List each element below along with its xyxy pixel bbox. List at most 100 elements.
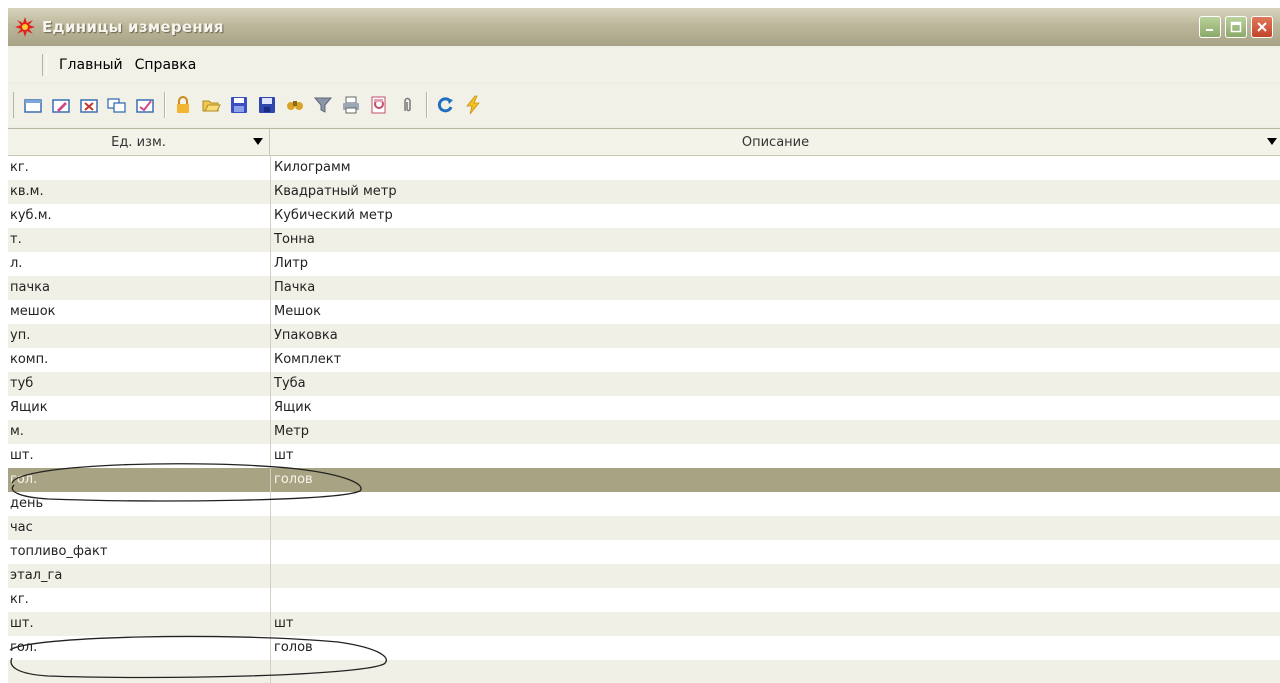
cell-description: Упаковка: [274, 328, 338, 343]
cell-unit: мешок: [10, 304, 56, 319]
cell-description: Тонна: [274, 232, 315, 247]
open-folder-icon[interactable]: [200, 94, 222, 116]
table-row[interactable]: мешок Мешок: [8, 300, 1280, 324]
column-header-description[interactable]: Описание: [271, 129, 1280, 155]
table-row[interactable]: Ящик Ящик: [8, 396, 1280, 420]
cell-description: Килограмм: [274, 160, 351, 175]
cell-description: [274, 588, 1274, 612]
minimize-button[interactable]: [1199, 16, 1221, 38]
cell-unit: кг.: [10, 160, 29, 175]
red-star-icon: [14, 16, 36, 38]
table-row[interactable]: уп. Упаковка: [8, 324, 1280, 348]
window-title: Единицы измерения: [42, 18, 224, 36]
table-row[interactable]: шт. шт: [8, 612, 1280, 636]
cell-unit: гол.: [10, 472, 38, 487]
execute-icon[interactable]: [462, 94, 484, 116]
table-row[interactable]: кг. Килограмм: [8, 156, 1280, 180]
cell-unit: туб: [10, 376, 34, 391]
table-row[interactable]: шт. шт: [8, 444, 1280, 468]
menu-bar: Главный Справка: [8, 48, 1280, 82]
filter-icon[interactable]: [312, 94, 334, 116]
column-header-unit[interactable]: Ед. изм.: [8, 129, 270, 155]
cell-description: голов: [274, 472, 313, 487]
cell-unit: уп.: [10, 328, 31, 343]
table-row[interactable]: день: [8, 492, 1280, 516]
table-row-selected[interactable]: гол. голов: [8, 468, 1280, 492]
cell-unit: пачка: [10, 280, 50, 295]
cell-description: [274, 540, 1274, 564]
maximize-button[interactable]: [1225, 16, 1247, 38]
table-row[interactable]: пачка Пачка: [8, 276, 1280, 300]
table-row[interactable]: кг.: [8, 588, 1280, 612]
print-icon[interactable]: [340, 94, 362, 116]
cell-unit: м.: [10, 424, 24, 439]
cell-description: шт: [274, 616, 294, 631]
table-row[interactable]: гол. голов: [8, 636, 1280, 660]
refresh-icon[interactable]: [434, 94, 456, 116]
cell-unit: час: [10, 520, 33, 535]
menu-grip: [42, 54, 47, 76]
attach-icon[interactable]: [396, 94, 418, 116]
preview-icon[interactable]: [368, 94, 390, 116]
table-row[interactable]: туб Туба: [8, 372, 1280, 396]
menu-main[interactable]: Главный: [55, 57, 127, 73]
table-row[interactable]: кв.м. Квадратный метр: [8, 180, 1280, 204]
cell-unit: кв.м.: [10, 184, 44, 199]
lock-icon[interactable]: [172, 94, 194, 116]
column-header-unit-label: Ед. изм.: [111, 134, 166, 150]
new-icon[interactable]: [22, 94, 44, 116]
cell-description: Мешок: [274, 304, 321, 319]
column-header-description-label: Описание: [741, 134, 810, 150]
cell-unit: топливо_факт: [10, 544, 108, 559]
toolbar-separator: [164, 92, 166, 118]
column-divider: [270, 156, 271, 683]
table-row[interactable]: этал_га: [8, 564, 1280, 588]
cell-unit: т.: [10, 232, 22, 247]
save-icon[interactable]: [228, 94, 250, 116]
close-icon: [1257, 22, 1267, 32]
cell-description: голов: [274, 640, 313, 655]
table-row[interactable]: комп. Комплект: [8, 348, 1280, 372]
maximize-icon: [1230, 21, 1242, 33]
cell-description: Литр: [274, 256, 309, 271]
toolbar-separator: [426, 92, 428, 118]
edit-icon[interactable]: [50, 94, 72, 116]
cell-unit: этал_га: [10, 568, 63, 583]
grid-header: Ед. изм. Описание: [8, 129, 1280, 156]
units-window: Единицы измерения Главный Справка Ед. из…: [8, 8, 1280, 683]
cell-unit: шт.: [10, 616, 34, 631]
delete-icon[interactable]: [78, 94, 100, 116]
cell-description: [274, 516, 1274, 540]
cell-unit: кг.: [10, 592, 29, 607]
close-button[interactable]: [1251, 16, 1273, 38]
cell-description: Туба: [274, 376, 306, 391]
table-row[interactable]: куб.м. Кубический метр: [8, 204, 1280, 228]
sort-dropdown-icon[interactable]: [1267, 138, 1277, 145]
table-row[interactable]: м. Метр: [8, 420, 1280, 444]
save-all-icon[interactable]: [256, 94, 278, 116]
table-row[interactable]: л. Литр: [8, 252, 1280, 276]
find-icon[interactable]: [284, 94, 306, 116]
sort-dropdown-icon[interactable]: [253, 138, 263, 145]
cell-description: Метр: [274, 424, 310, 439]
cell-description: Ящик: [274, 400, 312, 415]
minimize-icon: [1206, 29, 1213, 31]
toolbar-grip: [13, 92, 16, 118]
mark-icon[interactable]: [134, 94, 156, 116]
table-row[interactable]: час: [8, 516, 1280, 540]
grid-rows: кг. Килограмм кв.м. Квадратный метр куб.м.…: [8, 156, 1280, 683]
menu-help[interactable]: Справка: [131, 57, 201, 73]
table-row[interactable]: т. Тонна: [8, 228, 1280, 252]
cell-unit: шт.: [10, 448, 34, 463]
table-row[interactable]: топливо_факт: [8, 540, 1280, 564]
cell-unit: комп.: [10, 352, 49, 367]
cell-description: шт: [274, 448, 294, 463]
copy-icon[interactable]: [106, 94, 128, 116]
title-bar[interactable]: Единицы измерения: [8, 8, 1280, 46]
cell-description: [274, 564, 1274, 588]
table-row-empty[interactable]: [8, 660, 1280, 683]
cell-description: Комплект: [274, 352, 342, 367]
units-grid: Ед. изм. Описание кг. Килограмм кв.м. Квад…: [8, 128, 1280, 683]
cell-description: Кубический метр: [274, 208, 393, 223]
cell-unit: л.: [10, 256, 23, 271]
